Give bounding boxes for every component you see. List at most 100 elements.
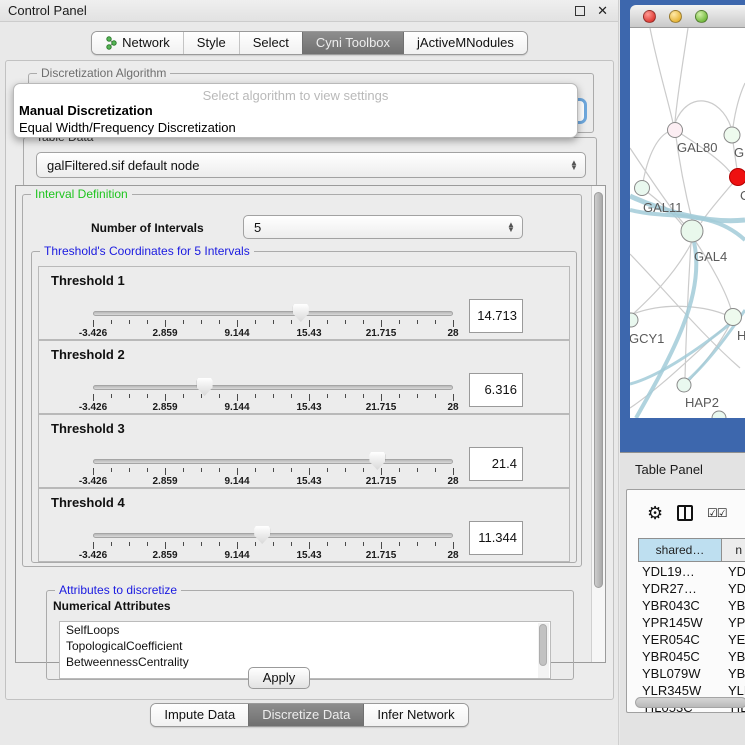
threshold-value-field[interactable]: 21.4 [469,447,523,481]
network-node-node-right-mid[interactable] [725,309,742,326]
slider-tick [111,542,112,546]
slider-tick [165,542,166,549]
network-edge[interactable] [733,83,745,127]
slider-tick [147,468,148,472]
slider-tick [237,320,238,327]
network-edge[interactable] [675,101,731,127]
slider-tick [417,320,418,324]
slider-tick [237,394,238,401]
slider-thumb[interactable] [254,526,270,544]
slider-tick [273,320,274,324]
network-node-node-bottom[interactable] [712,411,726,418]
top-tab-cyni-toolbox[interactable]: Cyni Toolbox [302,32,403,54]
minimize-traffic-light-icon[interactable] [669,10,682,23]
bottom-tab-discretize-data[interactable]: Discretize Data [248,704,363,726]
discretization-algorithm-title: Discretization Algorithm [37,66,170,80]
network-canvas[interactable]: GAL80GCGAL11GAL4GCY1HHAP2 [630,28,745,418]
cell-shared-name: YBR045C [638,649,722,664]
attributes-list-scrollbar[interactable] [538,623,549,679]
slider-tick-label: 15.43 [296,476,321,487]
thresholds-coordinates-title: Threshold's Coordinates for 5 Intervals [40,244,254,258]
network-node-HAP2[interactable] [677,378,691,392]
settings-vertical-scrollbar[interactable] [591,186,605,662]
top-tab-network[interactable]: Network [92,32,183,54]
dropdown-item-manual-discretization[interactable]: Manual Discretization [19,103,153,118]
network-node-GCY1[interactable] [630,313,638,327]
slider-tick-label: -3.426 [79,550,107,561]
apply-button[interactable]: Apply [248,667,310,689]
slider-tick [345,320,346,324]
slider-thumb[interactable] [293,304,309,322]
number-of-intervals-combobox[interactable]: 5 ▲▼ [243,215,523,239]
checkbox-icons[interactable]: ☑☑ [707,506,727,520]
slider-thumb[interactable] [369,452,385,470]
dropdown-item-equal-width-frequency[interactable]: Equal Width/Frequency Discretization [19,120,236,135]
network-node-node-top-right[interactable] [724,127,740,143]
tab-label: jActiveMNodules [417,35,514,50]
slider-tick-label: 28 [447,550,458,561]
network-node-label: C [740,188,745,203]
top-tab-bar: NetworkStyleSelectCyni Toolbox jActiveMNo… [0,31,619,55]
top-tab-select[interactable]: Select [239,32,302,54]
network-window-titlebar[interactable] [630,5,745,28]
table-data-combobox[interactable]: galFiltered.sif default node ▲▼ [36,152,586,178]
network-graph[interactable]: GAL80GCGAL11GAL4GCY1HHAP2 [630,28,745,418]
number-of-intervals-label: Number of Intervals [91,221,204,235]
slider-track[interactable] [93,459,453,464]
network-node-label: GAL4 [694,249,727,264]
bottom-tab-infer-network[interactable]: Infer Network [363,704,467,726]
network-node-GAL11[interactable] [635,181,650,196]
table-row[interactable]: YBR043CYBR0 [638,598,745,615]
threshold-value-field[interactable]: 14.713 [469,299,523,333]
slider-tick [453,394,454,401]
column-header-shared-name[interactable]: shared… [638,538,722,562]
slider-tick [147,394,148,398]
network-node-node-red[interactable] [730,169,745,186]
slider-tick [363,468,364,472]
top-tab-style[interactable]: Style [183,32,239,54]
table-row[interactable]: YDL19…YDL1 [638,564,745,581]
table-row[interactable]: YDR27…YDR2 [638,581,745,598]
slider-tick [183,320,184,324]
table-row[interactable]: YBL079WYBL0 [638,666,745,683]
close-icon[interactable]: ✕ [597,3,608,19]
threshold-value-field[interactable]: 6.316 [469,373,523,407]
zoom-traffic-light-icon[interactable] [695,10,708,23]
split-columns-icon[interactable] [677,505,693,521]
network-edge[interactable] [642,132,668,188]
slider-tick-label: 2.859 [152,476,177,487]
float-window-icon[interactable] [575,6,585,16]
algorithm-dropdown-prompt: Select algorithm to view settings [14,88,577,103]
slider-track[interactable] [93,385,453,390]
threshold-label: Threshold 3 [51,421,125,436]
slider-tick-label: 28 [447,328,458,339]
slider-tick [291,320,292,324]
table-row[interactable]: YPR145WYPR1 [638,615,745,632]
network-node-GAL4[interactable] [681,220,703,242]
slider-track[interactable] [93,533,453,538]
slider-tick [417,394,418,398]
network-edge[interactable] [630,254,740,368]
top-tab-jactivemnodules[interactable]: jActiveMNodules [403,32,527,54]
slider-track[interactable] [93,311,453,316]
network-edge[interactable] [650,28,673,123]
slider-tick [165,394,166,401]
slider-tick [165,468,166,475]
gear-icon[interactable]: ⚙ [647,503,663,524]
network-edge[interactable] [633,242,692,314]
slider-tick [237,542,238,549]
column-header-name[interactable]: n [721,538,745,562]
bottom-tab-impute-data[interactable]: Impute Data [151,704,248,726]
slider-tick [219,394,220,398]
threshold-value-field[interactable]: 11.344 [469,521,523,555]
table-row[interactable]: YER054CYER0 [638,632,745,649]
network-edge[interactable] [675,28,688,122]
table-row[interactable]: YBR045CYBR0 [638,649,745,666]
close-traffic-light-icon[interactable] [643,10,656,23]
network-node-GAL80[interactable] [668,123,683,138]
attribute-list-item[interactable]: TopologicalCoefficient [60,638,550,654]
attribute-list-item[interactable]: SelfLoops [60,622,550,638]
table-horizontal-scrollbar[interactable] [635,697,745,708]
slider-thumb[interactable] [197,378,213,396]
slider-tick-label: 21.715 [366,476,397,487]
